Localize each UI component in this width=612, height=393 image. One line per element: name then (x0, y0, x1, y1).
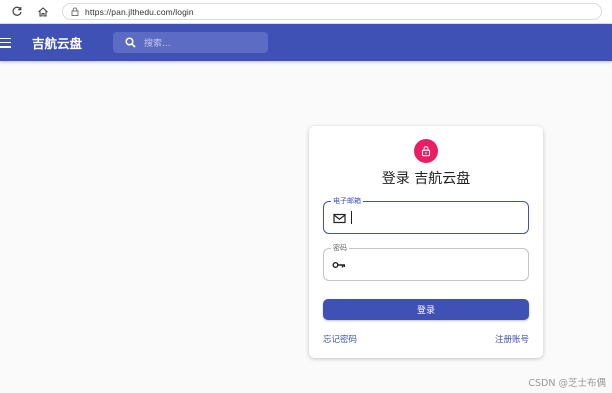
key-icon (332, 258, 346, 272)
lock-icon (421, 146, 431, 157)
lock-avatar (414, 139, 438, 163)
url-text: https://pan.jlthedu.com/login (85, 6, 194, 17)
lock-icon (71, 7, 79, 16)
login-title: 登录 吉航云盘 (381, 171, 471, 187)
login-card: 登录 吉航云盘 电子邮箱 密码 登录 忘记密码 注册账号 (309, 126, 543, 358)
menu-icon[interactable] (0, 36, 14, 50)
register-link[interactable]: 注册账号 (495, 333, 529, 345)
password-label: 密码 (331, 243, 349, 253)
search-input[interactable]: 搜索... (113, 32, 268, 53)
search-placeholder: 搜索... (144, 39, 171, 49)
home-icon[interactable] (34, 3, 52, 21)
mail-icon (332, 211, 346, 225)
app-header: 吉航云盘 搜索... (0, 24, 612, 61)
reload-icon[interactable] (8, 3, 26, 21)
email-field[interactable]: 电子邮箱 (323, 196, 529, 234)
password-field[interactable]: 密码 (323, 243, 529, 281)
watermark: CSDN @芝士布偶 (528, 378, 606, 389)
login-button[interactable]: 登录 (323, 299, 529, 320)
search-icon (125, 37, 136, 48)
email-label: 电子邮箱 (331, 196, 363, 206)
address-bar[interactable]: https://pan.jlthedu.com/login (62, 3, 602, 20)
forgot-password-link[interactable]: 忘记密码 (323, 333, 357, 345)
app-title[interactable]: 吉航云盘 (32, 33, 82, 52)
browser-toolbar: https://pan.jlthedu.com/login (0, 0, 612, 24)
text-cursor (351, 211, 352, 224)
